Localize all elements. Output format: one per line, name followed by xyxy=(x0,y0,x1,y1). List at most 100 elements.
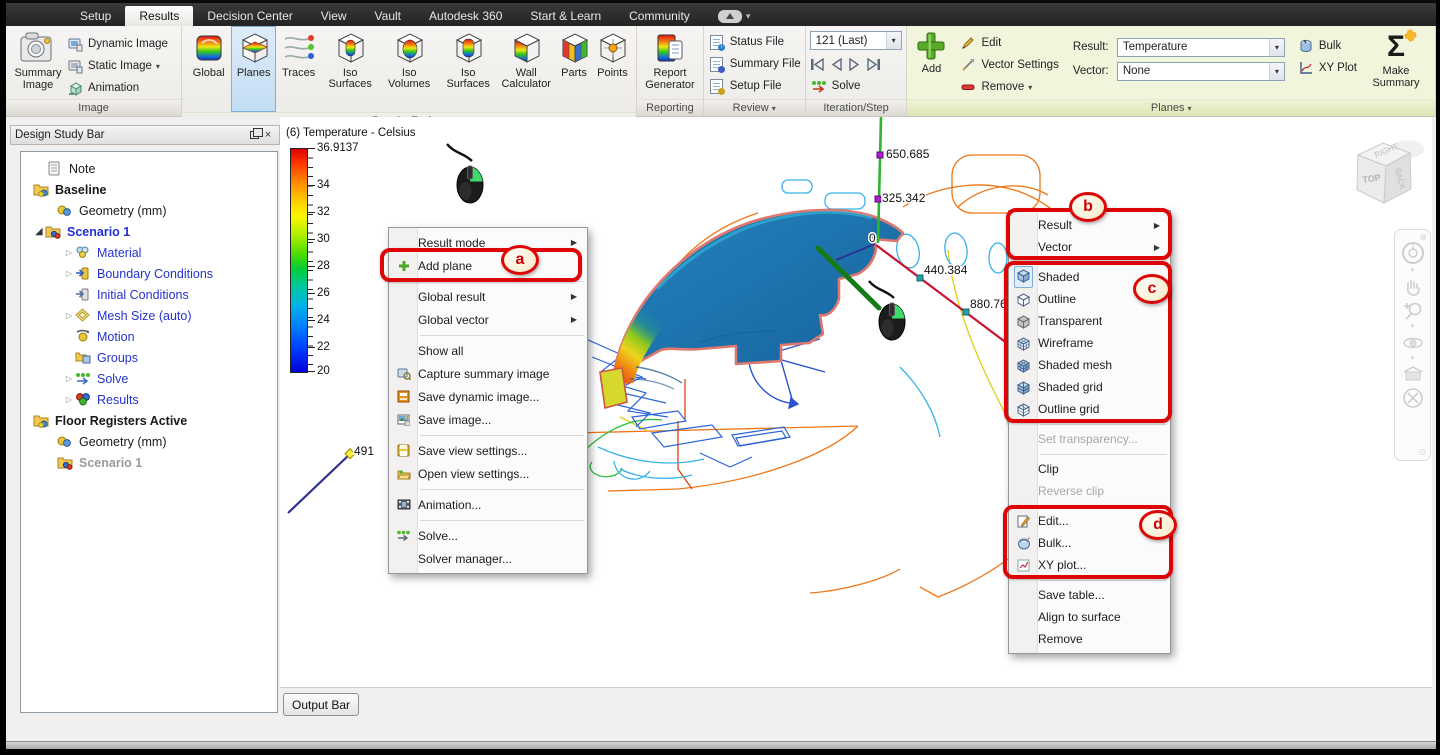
menu-item-save-image[interactable]: Save image... xyxy=(389,408,587,431)
summary-image-button[interactable]: Summary Image xyxy=(10,29,66,99)
chevron-down-icon[interactable]: ▾ xyxy=(1411,324,1415,330)
tree-item-geometry-2[interactable]: Geometry (mm) xyxy=(21,431,277,452)
planes-group-label[interactable]: Planes▾ xyxy=(907,99,1435,116)
step-back-button[interactable] xyxy=(830,58,843,71)
task-wall-calculator-button[interactable]: Wall Calculator xyxy=(497,26,555,112)
tab-autodesk-360[interactable]: Autodesk 360 xyxy=(415,6,516,26)
tree-item-floor-registers-active[interactable]: Floor Registers Active xyxy=(21,410,277,431)
pan-hand-icon[interactable] xyxy=(1402,276,1424,298)
edit-plane-button[interactable]: Edit xyxy=(959,32,1058,54)
tab-start-learn[interactable]: Start & Learn xyxy=(516,6,615,26)
step-last-button[interactable] xyxy=(866,58,881,71)
result-dropdown[interactable]: Temperature ▾ xyxy=(1117,38,1285,57)
tree-item-geometry[interactable]: Geometry (mm) xyxy=(21,200,277,221)
steering-wheel-icon[interactable] xyxy=(1400,240,1426,266)
tree-item-groups[interactable]: Groups xyxy=(21,347,277,368)
tree-item-results[interactable]: ▷ Results xyxy=(21,389,277,410)
viewport[interactable]: 650.685 325.342 0 440.384 880.767 491 xyxy=(280,117,1432,688)
menu-item-set-transparency[interactable]: Set transparency... xyxy=(1009,428,1170,450)
close-navbar-icon[interactable]: ⊗ xyxy=(1419,232,1427,243)
float-panel-button[interactable] xyxy=(247,128,261,142)
task-iso-volumes-button[interactable]: Iso Volumes xyxy=(379,26,439,112)
zoom-icon[interactable] xyxy=(1402,300,1424,322)
tab-community[interactable]: Community xyxy=(615,6,704,26)
chevron-down-icon[interactable]: ▾ xyxy=(1411,356,1415,362)
step-forward-button[interactable] xyxy=(848,58,861,71)
menu-item-transparent[interactable]: Transparent xyxy=(1009,310,1170,332)
tree-item-note[interactable]: Note xyxy=(21,158,277,179)
orbit-icon[interactable] xyxy=(1401,332,1425,354)
temperature-plane[interactable] xyxy=(612,210,903,389)
menu-item-animation[interactable]: Animation... xyxy=(389,493,587,516)
task-iso-surfaces-2-button[interactable]: Iso Surfaces xyxy=(439,26,497,112)
full-navigation-icon[interactable] xyxy=(1401,386,1425,410)
xy-plot-button[interactable]: XY Plot xyxy=(1297,57,1357,79)
tree-item-baseline[interactable]: Baseline xyxy=(21,179,277,200)
tree-item-motion[interactable]: Motion xyxy=(21,326,277,347)
step-first-button[interactable] xyxy=(810,58,825,71)
task-points-button[interactable]: Points xyxy=(593,26,632,112)
menu-item-shaded-mesh[interactable]: Shaded mesh xyxy=(1009,354,1170,376)
tab-view[interactable]: View xyxy=(307,6,361,26)
add-plane-button[interactable]: Add xyxy=(911,29,951,99)
status-file-button[interactable]: i Status File xyxy=(708,31,801,53)
menu-item-add-plane[interactable]: Add plane xyxy=(389,254,587,277)
tree-item-solve[interactable]: ▷ Solve xyxy=(21,368,277,389)
menu-item-save-view-settings[interactable]: Save view settings... xyxy=(389,439,587,462)
menu-item-solve[interactable]: Solve... xyxy=(389,524,587,547)
tab-decision-center[interactable]: Decision Center xyxy=(193,6,306,26)
menu-item-solver-manager[interactable]: Solver manager... xyxy=(389,547,587,570)
expander-icon[interactable]: ▷ xyxy=(63,269,75,278)
expander-icon[interactable]: ▷ xyxy=(63,311,75,320)
bulk-button[interactable]: Bulk xyxy=(1297,35,1357,57)
chevron-down-icon[interactable]: ▾ xyxy=(1411,268,1415,274)
tree-item-scenario-1[interactable]: ◢ Scenario 1 xyxy=(21,221,277,242)
menu-item-wireframe[interactable]: Wireframe xyxy=(1009,332,1170,354)
menu-item-result-mode[interactable]: Result mode▶ xyxy=(389,231,587,254)
cloud-menu[interactable]: ▾ xyxy=(718,6,751,26)
vector-settings-button[interactable]: Vector Settings xyxy=(959,54,1058,76)
menu-item-save-dynamic-image[interactable]: Save dynamic image... xyxy=(389,385,587,408)
tree-item-material[interactable]: ▷ Material xyxy=(21,242,277,263)
tree-item-scenario-1-inactive[interactable]: Scenario 1 xyxy=(21,452,277,473)
task-traces-button[interactable]: Traces xyxy=(276,26,321,112)
menu-item-xy-plot[interactable]: XY plot... xyxy=(1009,554,1170,576)
static-image-button[interactable]: Static Image ▾ xyxy=(66,55,168,77)
menu-item-global-vector[interactable]: Global vector▶ xyxy=(389,308,587,331)
menu-item-clip[interactable]: Clip xyxy=(1009,458,1170,480)
menu-item-reverse-clip[interactable]: Reverse clip xyxy=(1009,480,1170,502)
report-generator-button[interactable]: Report Generator xyxy=(642,29,698,99)
expander-icon[interactable]: ▷ xyxy=(63,248,75,257)
menu-item-align-to-surface[interactable]: Align to surface xyxy=(1009,606,1170,628)
solve-button[interactable]: Solve xyxy=(810,75,903,97)
remove-plane-button[interactable]: Remove ▾ xyxy=(959,76,1058,98)
task-parts-button[interactable]: Parts xyxy=(555,26,593,112)
menu-item-capture-summary-image[interactable]: Capture summary image xyxy=(389,362,587,385)
expander-icon[interactable]: ▷ xyxy=(63,374,75,383)
menu-item-show-all[interactable]: Show all xyxy=(389,339,587,362)
animation-button[interactable]: Animation xyxy=(66,77,168,99)
task-iso-surfaces-button[interactable]: Iso Surfaces xyxy=(321,26,379,112)
menu-item-global-result[interactable]: Global result▶ xyxy=(389,285,587,308)
summary-file-button[interactable]: Summary File xyxy=(708,53,801,75)
output-bar-button[interactable]: Output Bar xyxy=(283,693,359,716)
task-planes-button[interactable]: Planes xyxy=(231,26,276,112)
view-cube[interactable]: TOP RIGHT BACK xyxy=(1357,140,1424,203)
setup-file-button[interactable]: Setup File xyxy=(708,75,801,97)
look-at-icon[interactable] xyxy=(1401,364,1425,384)
tab-results[interactable]: Results xyxy=(125,6,193,26)
dynamic-image-button[interactable]: Dynamic Image xyxy=(66,33,168,55)
expander-icon[interactable]: ▷ xyxy=(63,395,75,404)
menu-item-save-table[interactable]: Save table... xyxy=(1009,584,1170,606)
tab-setup[interactable]: Setup xyxy=(66,6,125,26)
vector-dropdown[interactable]: None ▾ xyxy=(1117,62,1285,81)
task-global-button[interactable]: Global xyxy=(186,26,231,112)
iteration-dropdown[interactable]: 121 (Last) ▾ xyxy=(810,31,902,50)
menu-item-outline-grid[interactable]: Outline grid xyxy=(1009,398,1170,420)
tree-item-mesh-size[interactable]: ▷ Mesh Size (auto) xyxy=(21,305,277,326)
tree-item-initial-conditions[interactable]: Initial Conditions xyxy=(21,284,277,305)
tree-item-boundary-conditions[interactable]: ▷ Boundary Conditions xyxy=(21,263,277,284)
review-group-label[interactable]: Review▾ xyxy=(704,99,805,116)
make-summary-button[interactable]: Σ Make Summary xyxy=(1365,29,1427,99)
expander-open-icon[interactable]: ◢ xyxy=(33,226,45,237)
